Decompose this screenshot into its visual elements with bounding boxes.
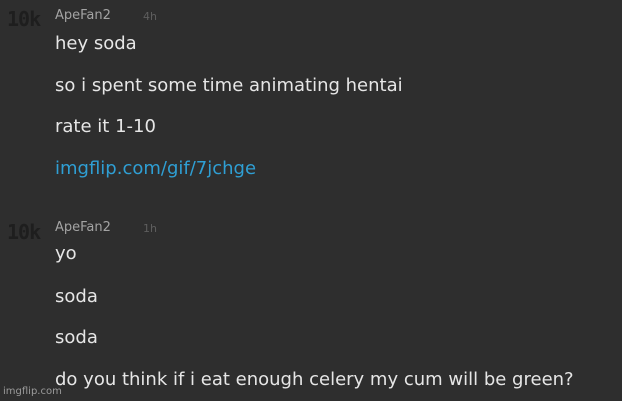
timestamp: 1h	[143, 222, 157, 235]
timestamp: 4h	[143, 10, 157, 23]
username[interactable]: ApeFan2	[55, 220, 111, 236]
user-badge: 10k	[7, 220, 41, 244]
message-text: yo	[55, 243, 77, 264]
username[interactable]: ApeFan2	[55, 8, 111, 24]
message-text: rate it 1-10	[55, 116, 156, 137]
message-text: do you think if i eat enough celery my c…	[55, 369, 574, 390]
watermark: imgflip.com	[3, 386, 62, 397]
message-text: soda	[55, 286, 98, 307]
message-text: soda	[55, 327, 98, 348]
message-text: hey soda	[55, 33, 137, 54]
user-badge: 10k	[7, 7, 41, 31]
message-link[interactable]: imgflip.com/gif/7jchge	[55, 158, 256, 180]
message-text: so i spent some time animating hentai	[55, 75, 403, 96]
